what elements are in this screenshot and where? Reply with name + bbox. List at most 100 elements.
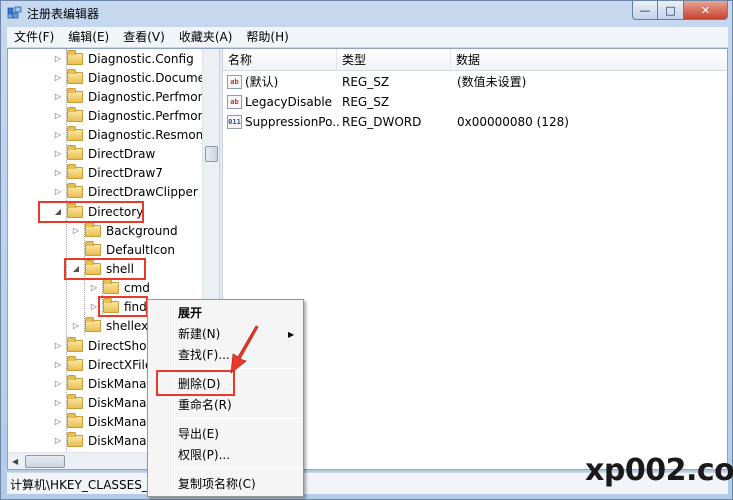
string-value-icon: ab — [227, 95, 242, 109]
menu-edit[interactable]: 编辑(E) — [61, 27, 116, 47]
expand-icon[interactable]: ▷ — [53, 168, 63, 177]
expand-icon[interactable]: ▷ — [53, 417, 63, 426]
tree-item[interactable]: ▷ DirectDrawClipper — [53, 182, 198, 201]
menu-item-permissions[interactable]: 权限(P)... — [178, 445, 230, 465]
column-type[interactable]: 类型 — [337, 49, 451, 71]
scroll-thumb[interactable] — [25, 455, 65, 468]
tree-item-label: DirectDraw — [88, 146, 156, 161]
value-data: 0x00000080 (128) — [457, 115, 569, 129]
folder-icon — [103, 278, 119, 294]
window-title: 注册表编辑器 — [27, 7, 100, 21]
highlight-directory — [38, 201, 144, 223]
folder-icon — [67, 87, 83, 103]
folder-icon — [85, 221, 101, 237]
folder-icon — [85, 316, 101, 332]
value-row[interactable]: ab (默认) REG_SZ (数值未设置) — [223, 72, 727, 92]
client-area: ▷ Diagnostic.Config ▷ Diagnostic.Documer ▷… — [7, 48, 728, 470]
menu-item-new[interactable]: 新建(N) — [178, 324, 220, 344]
expand-icon[interactable]: ▷ — [71, 321, 81, 330]
site-watermark: xp002.com — [585, 453, 733, 488]
expand-icon[interactable]: ▷ — [53, 149, 63, 158]
tree-item[interactable]: ▷ cmd — [89, 278, 150, 297]
value-row[interactable]: 011 SuppressionPo... REG_DWORD 0x0000008… — [223, 112, 727, 132]
status-path: 计算机\HKEY_CLASSES_RO — [10, 478, 166, 492]
tree-item[interactable]: ▷ DirectXFile — [53, 355, 152, 374]
folder-icon — [67, 374, 83, 390]
expand-icon[interactable]: ▷ — [53, 73, 63, 82]
tree-item[interactable]: DefaultIcon — [71, 240, 175, 259]
tree-item-label: DiskManag — [88, 376, 155, 391]
expand-icon[interactable]: ▷ — [53, 341, 63, 350]
highlight-shell — [64, 258, 146, 280]
tree-item[interactable]: ▷ DiskManag — [53, 374, 154, 393]
expand-icon[interactable]: ▷ — [53, 111, 63, 120]
expand-icon[interactable]: ▷ — [53, 436, 63, 445]
column-name[interactable]: 名称 — [223, 49, 337, 71]
folder-icon — [67, 106, 83, 122]
value-type: REG_DWORD — [342, 115, 422, 129]
submenu-arrow-icon: ▶ — [288, 330, 295, 339]
expand-icon[interactable]: ▷ — [53, 187, 63, 196]
tree-item[interactable]: ▷ Diagnostic.Perfmon — [53, 106, 205, 125]
menu-separator — [176, 418, 300, 419]
registry-editor-icon — [7, 6, 22, 19]
tree-item-label: cmd — [124, 280, 150, 295]
binary-value-icon: 011 — [227, 115, 242, 129]
tree-item[interactable]: ▷ Diagnostic.Resmon. — [53, 125, 207, 144]
tree-item[interactable]: ▷ Diagnostic.Documer — [53, 68, 210, 87]
column-data[interactable]: 数据 — [451, 49, 727, 71]
tree-item-label: DefaultIcon — [106, 242, 175, 257]
menu-item-copy-key-name[interactable]: 复制项名称(C) — [178, 474, 256, 494]
maximize-button[interactable]: □ — [658, 1, 684, 20]
expand-icon[interactable]: ▷ — [53, 54, 63, 63]
tree-item[interactable]: ▷ DirectDraw — [53, 144, 155, 163]
tree-item[interactable]: ▷ DirectDraw7 — [53, 163, 163, 182]
value-type: REG_SZ — [342, 95, 390, 109]
value-name: SuppressionPo... — [245, 115, 341, 129]
registry-editor-window: 注册表编辑器 — □ ✕ 文件(F) 编辑(E) 查看(V) 收藏夹(A) 帮助… — [0, 0, 733, 500]
tree-item[interactable]: ▷ Diagnostic.Perfmon — [53, 87, 205, 106]
expand-icon[interactable]: ▷ — [53, 92, 63, 101]
tree-item[interactable]: ▷ Diagnostic.Config — [53, 49, 194, 68]
scroll-thumb[interactable] — [205, 146, 218, 162]
tree-item[interactable]: ▷ DirectShow — [53, 336, 156, 355]
menu-view[interactable]: 查看(V) — [116, 27, 172, 47]
tree-item[interactable]: ▷ DiskManag — [53, 412, 154, 431]
menu-item-rename[interactable]: 重命名(R) — [178, 395, 232, 415]
menu-gutter — [174, 302, 175, 494]
close-button[interactable]: ✕ — [684, 1, 728, 20]
expand-icon[interactable]: ▷ — [89, 283, 99, 292]
folder-icon — [67, 336, 83, 352]
expand-icon[interactable]: ▷ — [53, 360, 63, 369]
highlight-delete — [156, 370, 235, 396]
tree-item-label: Diagnostic.Documer — [88, 70, 210, 85]
menu-favorites[interactable]: 收藏夹(A) — [172, 27, 240, 47]
value-name: LegacyDisable — [245, 95, 333, 109]
menu-help[interactable]: 帮助(H) — [239, 27, 295, 47]
list-header: 名称 类型 数据 — [223, 49, 727, 71]
minimize-button[interactable]: — — [632, 1, 658, 20]
tree-item-label: Background — [106, 223, 178, 238]
folder-icon — [67, 355, 83, 371]
value-row[interactable]: ab LegacyDisable REG_SZ — [223, 92, 727, 112]
tree-item[interactable]: ▷ shellex — [71, 316, 148, 335]
title-bar: 注册表编辑器 — □ ✕ — [1, 1, 732, 25]
menu-file[interactable]: 文件(F) — [7, 27, 61, 47]
expand-icon[interactable]: ▷ — [53, 379, 63, 388]
menu-item-export[interactable]: 导出(E) — [178, 424, 219, 444]
menu-item-find[interactable]: 查找(F)... — [178, 345, 230, 365]
expand-icon[interactable]: ▷ — [53, 398, 63, 407]
expand-icon[interactable]: ▷ — [53, 130, 63, 139]
tree-item-label: DirectDrawClipper — [88, 184, 198, 199]
menu-bar: 文件(F) 编辑(E) 查看(V) 收藏夹(A) 帮助(H) — [7, 27, 728, 47]
tree-item-label: Diagnostic.Perfmon — [88, 89, 206, 104]
expand-icon[interactable]: ▷ — [71, 226, 81, 235]
menu-item-expand[interactable]: 展开 — [178, 303, 202, 323]
tree-item[interactable]: ▷ DiskManag — [53, 393, 154, 412]
scroll-left-icon[interactable]: ◀ — [12, 457, 18, 466]
tree-item-label: DirectDraw7 — [88, 165, 163, 180]
folder-icon — [67, 163, 83, 179]
tree-item-label: Diagnostic.Resmon. — [88, 127, 208, 142]
tree-item[interactable]: ▷ Background — [71, 221, 178, 240]
tree-item[interactable]: ▷ DiskManag — [53, 431, 154, 450]
